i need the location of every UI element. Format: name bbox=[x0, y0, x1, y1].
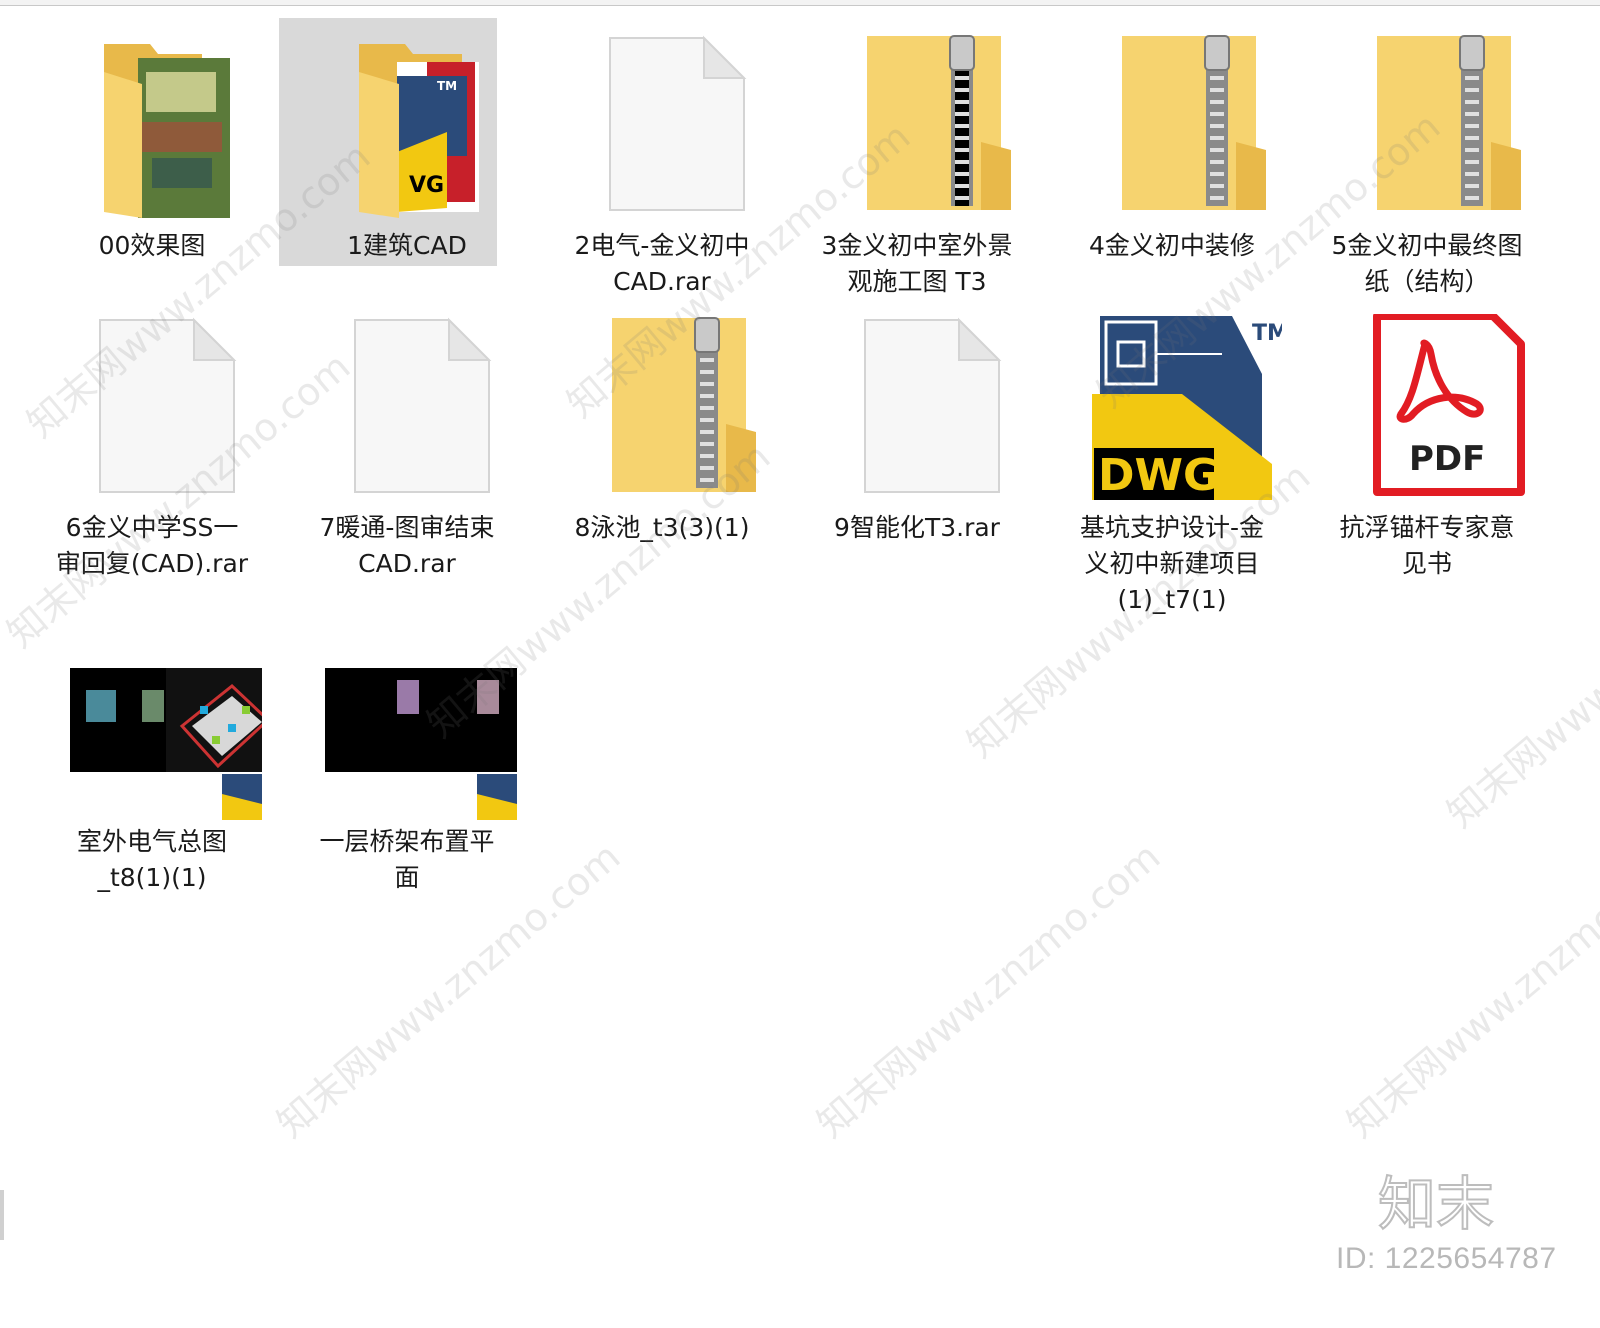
file-name: 室外电气总图 _t8(1)(1) bbox=[76, 827, 227, 892]
file-item-03[interactable]: 3金义初中室外景 观施工图 T3 bbox=[787, 32, 1047, 300]
file-item-10[interactable]: DWG TM 基坑支护设计-金 义初中新建项目 (1)_t7(1) bbox=[1042, 314, 1302, 618]
file-item-09[interactable]: 9智能化T3.rar bbox=[787, 314, 1047, 546]
blank-file-icon bbox=[42, 314, 262, 504]
brand-logo: 知末 bbox=[1377, 1168, 1538, 1239]
dwg-label: DWG bbox=[1098, 450, 1219, 501]
watermark-text: 知末网www.znzmo.com bbox=[1338, 834, 1600, 1147]
file-name: 基坑支护设计-金 义初中新建项目 (1)_t7(1) bbox=[1079, 513, 1265, 614]
pdf-label: PDF bbox=[1409, 439, 1485, 479]
file-name: 8泳池_t3(3)(1) bbox=[574, 513, 750, 542]
file-item-00[interactable]: 00效果图 bbox=[22, 32, 282, 264]
file-name: 00效果图 bbox=[98, 231, 206, 260]
file-item-11[interactable]: PDF 抗浮锚杆专家意 见书 bbox=[1297, 314, 1557, 582]
file-name: 1建筑CAD bbox=[347, 231, 467, 260]
file-name: 2电气-金义初中 CAD.rar bbox=[574, 231, 750, 296]
zip-folder-icon bbox=[1317, 32, 1537, 222]
file-item-04[interactable]: 4金义初中装修 bbox=[1042, 32, 1302, 264]
dwg-thumbnail-icon bbox=[42, 666, 262, 822]
file-item-02[interactable]: 2电气-金义初中 CAD.rar bbox=[532, 32, 792, 300]
file-item-08[interactable]: 8泳池_t3(3)(1) bbox=[532, 314, 792, 546]
file-name: 4金义初中装修 bbox=[1089, 231, 1255, 260]
watermark-text: 知末网www.znzmo.com bbox=[808, 834, 1169, 1147]
blank-file-icon bbox=[297, 314, 517, 504]
file-name: 3金义初中室外景 观施工图 T3 bbox=[821, 231, 1013, 296]
file-item-12[interactable]: 室外电气总图 _t8(1)(1) bbox=[22, 666, 282, 896]
dwg-thumbnail-icon bbox=[297, 666, 517, 822]
zip-folder-icon bbox=[807, 32, 1027, 222]
image-folder-icon bbox=[42, 32, 262, 222]
file-name: 9智能化T3.rar bbox=[834, 513, 1000, 542]
brand-text: 知末 bbox=[1378, 1170, 1494, 1238]
cad-folder-icon: VG TM bbox=[297, 32, 517, 222]
file-item-07[interactable]: 7暖通-图审结束 CAD.rar bbox=[277, 314, 537, 582]
window-top-border bbox=[0, 0, 1600, 6]
file-item-06[interactable]: 6金义中学SS一 审回复(CAD).rar bbox=[22, 314, 282, 582]
zip-folder-icon bbox=[552, 314, 772, 504]
zip-folder-icon bbox=[1062, 32, 1282, 222]
file-item-13[interactable]: 一层桥架布置平 面 bbox=[277, 666, 537, 896]
file-name: 6金义中学SS一 审回复(CAD).rar bbox=[55, 513, 249, 578]
svg-text:VG: VG bbox=[409, 173, 444, 198]
blank-file-icon bbox=[552, 32, 772, 222]
id-label: ID: 1225654787 bbox=[1336, 1242, 1557, 1275]
file-item-01[interactable]: VG TM 1建筑CAD bbox=[277, 18, 537, 266]
dwg-file-icon: DWG TM bbox=[1062, 314, 1282, 504]
svg-text:TM: TM bbox=[437, 79, 457, 93]
file-name: 5金义初中最终图 纸（结构） bbox=[1331, 231, 1523, 296]
file-item-05[interactable]: 5金义初中最终图 纸（结构） bbox=[1297, 32, 1557, 300]
file-name: 7暖通-图审结束 CAD.rar bbox=[319, 513, 495, 578]
pdf-file-icon: PDF bbox=[1317, 314, 1537, 504]
tm-label: TM bbox=[1252, 321, 1282, 346]
scrollbar-stub[interactable] bbox=[0, 1190, 4, 1240]
file-name: 抗浮锚杆专家意 见书 bbox=[1339, 513, 1515, 578]
blank-file-icon bbox=[807, 314, 1027, 504]
file-name: 一层桥架布置平 面 bbox=[319, 827, 495, 892]
